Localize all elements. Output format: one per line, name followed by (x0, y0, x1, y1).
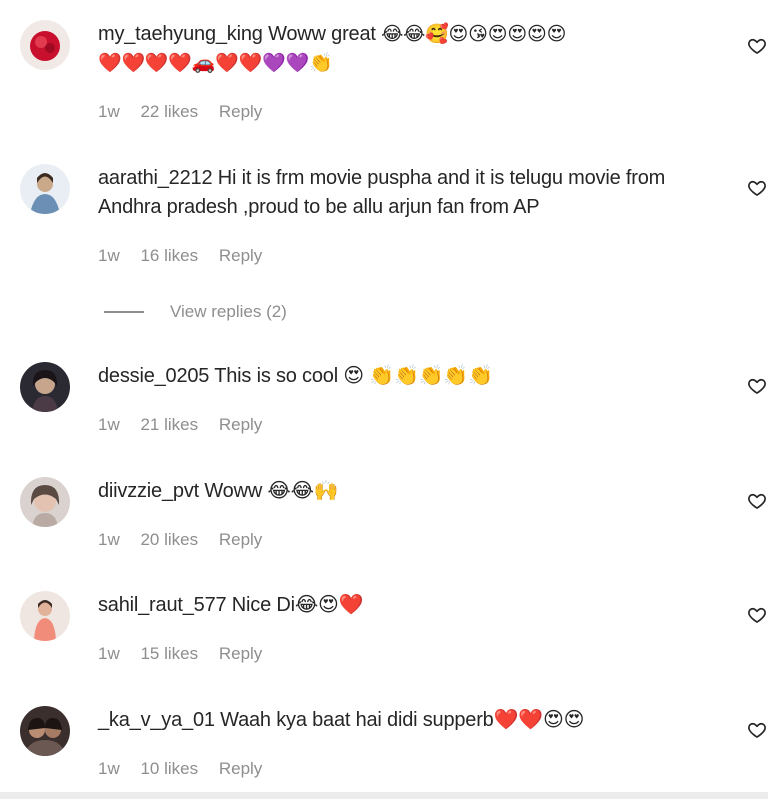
comment-text: my_taehyung_king Woww great 😂😂🥰😍😘😍😍😍😍 (98, 20, 708, 49)
view-replies-divider (104, 311, 144, 313)
like-button[interactable] (747, 720, 767, 740)
comment-meta: 1w 16 likes Reply (98, 246, 278, 266)
comment-username[interactable]: _ka_v_ya_01 (98, 709, 215, 731)
comment-meta: 1w 10 likes Reply (98, 759, 278, 779)
comment-username[interactable]: dessie_0205 (98, 365, 209, 387)
comment-body: diivzzie_pvt Woww 😂😂🙌 1w 20 likes Reply (98, 477, 708, 549)
reply-button[interactable]: Reply (219, 644, 262, 663)
comment-meta: 1w 22 likes Reply (98, 102, 278, 122)
scrollbar-track[interactable] (0, 792, 768, 799)
comment-emojis: 😂😂🥰😍😘😍😍😍😍 (381, 23, 567, 45)
avatar[interactable] (20, 362, 70, 412)
comment-body: sahil_raut_577 Nice Di😂😍❤️ 1w 15 likes R… (98, 591, 708, 663)
avatar-image (20, 362, 70, 412)
comment-content: Waah kya baat hai didi supperb❤️❤️😍😍 (220, 709, 585, 731)
comment-likes[interactable]: 16 likes (140, 246, 198, 265)
comment-body: dessie_0205 This is so cool 😍 👏👏👏👏👏 1w 2… (98, 362, 708, 434)
comment-likes[interactable]: 15 likes (140, 644, 198, 663)
heart-outline-icon (748, 722, 766, 738)
avatar-image (20, 164, 70, 214)
comment-time[interactable]: 1w (98, 644, 120, 663)
reply-button[interactable]: Reply (219, 415, 262, 434)
heart-outline-icon (748, 493, 766, 509)
comment-emojis: ❤️❤️❤️❤️🚗❤️❤️💜💜👏 (98, 52, 333, 74)
view-replies-button[interactable]: View replies (2) (104, 300, 287, 324)
comment-time[interactable]: 1w (98, 759, 120, 778)
heart-outline-icon (748, 607, 766, 623)
avatar-image (20, 20, 70, 70)
like-button[interactable] (747, 376, 767, 396)
comment-time[interactable]: 1w (98, 246, 120, 265)
comment-list: my_taehyung_king Woww great 😂😂🥰😍😘😍😍😍😍 ❤️… (0, 0, 768, 799)
comment-likes[interactable]: 21 likes (140, 415, 198, 434)
avatar[interactable] (20, 706, 70, 756)
avatar[interactable] (20, 20, 70, 70)
comment-text: dessie_0205 This is so cool 😍 👏👏👏👏👏 (98, 362, 708, 391)
avatar-image (20, 706, 70, 756)
avatar[interactable] (20, 164, 70, 214)
comment-text: diivzzie_pvt Woww 😂😂🙌 (98, 477, 708, 506)
comment-text: sahil_raut_577 Nice Di😂😍❤️ (98, 591, 708, 620)
avatar[interactable] (20, 591, 70, 641)
heart-outline-icon (748, 38, 766, 54)
comment-likes[interactable]: 10 likes (140, 759, 198, 778)
avatar-image (20, 477, 70, 527)
comment-body: _ka_v_ya_01 Waah kya baat hai didi suppe… (98, 706, 708, 778)
comment-meta: 1w 20 likes Reply (98, 530, 278, 550)
comment-body: aarathi_2212 Hi it is frm movie puspha a… (98, 164, 708, 265)
like-button[interactable] (747, 605, 767, 625)
heart-outline-icon (748, 378, 766, 394)
comment-text: aarathi_2212 Hi it is frm movie puspha a… (98, 164, 708, 222)
avatar[interactable] (20, 477, 70, 527)
like-button[interactable] (747, 36, 767, 56)
comment-time[interactable]: 1w (98, 415, 120, 434)
reply-button[interactable]: Reply (219, 530, 262, 549)
view-replies-label: View replies (2) (170, 302, 287, 321)
comment-username[interactable]: diivzzie_pvt (98, 480, 199, 502)
comment-username[interactable]: aarathi_2212 (98, 167, 213, 189)
reply-button[interactable]: Reply (219, 759, 262, 778)
comment-time[interactable]: 1w (98, 102, 120, 121)
comment-content: This is so cool 😍 👏👏👏👏👏 (214, 365, 493, 387)
like-button[interactable] (747, 178, 767, 198)
comment-likes[interactable]: 20 likes (140, 530, 198, 549)
comment-likes[interactable]: 22 likes (140, 102, 198, 121)
heart-outline-icon (748, 180, 766, 196)
comment-meta: 1w 15 likes Reply (98, 644, 278, 664)
comment-content: Nice Di😂😍❤️ (231, 594, 364, 616)
comment-username[interactable]: sahil_raut_577 (98, 594, 227, 616)
comment-content: Woww great (268, 23, 376, 45)
reply-button[interactable]: Reply (219, 102, 262, 121)
comment-username[interactable]: my_taehyung_king (98, 23, 263, 45)
comment-text: _ka_v_ya_01 Waah kya baat hai didi suppe… (98, 706, 708, 735)
reply-button[interactable]: Reply (219, 246, 262, 265)
comment-content: Woww 😂😂🙌 (204, 480, 339, 502)
comment-time[interactable]: 1w (98, 530, 120, 549)
comment-meta: 1w 21 likes Reply (98, 415, 278, 435)
comment-body: my_taehyung_king Woww great 😂😂🥰😍😘😍😍😍😍 ❤️… (98, 20, 708, 121)
like-button[interactable] (747, 491, 767, 511)
avatar-image (20, 591, 70, 641)
